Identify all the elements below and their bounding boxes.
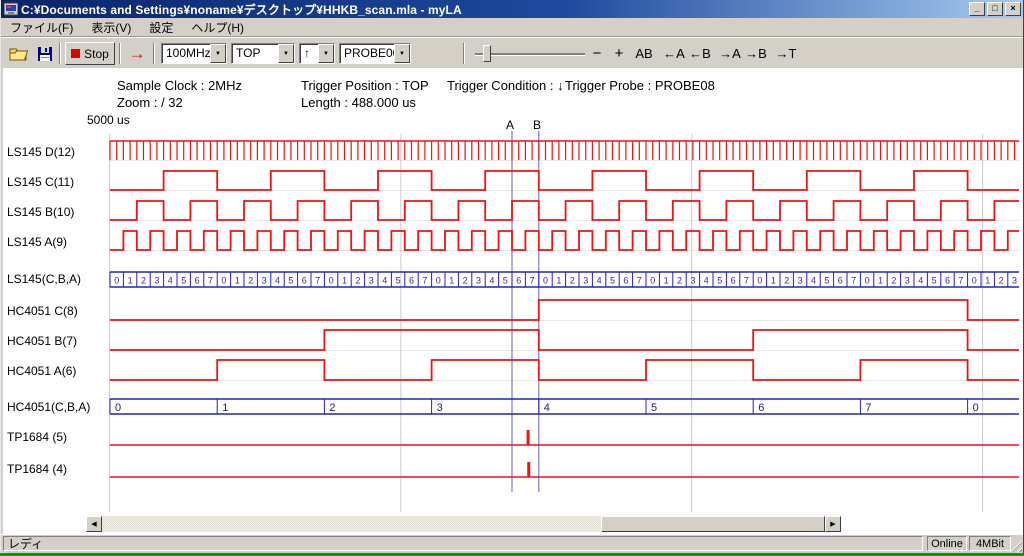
sample-rate-value: 100MHz	[162, 44, 210, 63]
channel-label-hc4051-a-6: HC4051 A(6)	[7, 364, 107, 379]
trigger-position-info: Trigger Position : TOP	[301, 78, 429, 93]
status-online: Online	[927, 536, 967, 551]
sample-rate-combo[interactable]: 100MHz ▼	[161, 43, 227, 64]
zoom-info: Zoom : / 32	[117, 95, 183, 110]
trigger-position-value: TOP	[232, 44, 278, 63]
zoom-out-button[interactable]: −	[587, 42, 607, 65]
toolbar: Stop → 100MHz ▼ TOP ▼ ↑ ▼ PROBE00 ▼ − + …	[1, 37, 1023, 68]
toolbar-separator	[153, 43, 155, 64]
menu-settings[interactable]: 設定	[140, 17, 182, 38]
menubar: ファイル(F) 表示(V) 設定 ヘルプ(H)	[1, 18, 1023, 37]
channel-label-ls145-c-b-a: LS145(C,B,A)	[7, 272, 107, 287]
scroll-right-icon: ▶	[830, 520, 835, 528]
channel-label-ls145-a-9: LS145 A(9)	[7, 235, 107, 250]
channel-label-tp1684-5: TP1684 (5)	[7, 430, 107, 445]
channel-label-hc4051-b-7: HC4051 B(7)	[7, 334, 107, 349]
trigger-edge-value: ↑	[300, 44, 318, 63]
probe-combo[interactable]: PROBE00 ▼	[339, 43, 411, 64]
trigger-condition-info: Trigger Condition : ↓	[447, 78, 564, 93]
channel-label-hc4051-c-b-a: HC4051(C,B,A)	[7, 400, 107, 415]
status-ready: レディ	[3, 536, 923, 551]
menu-help[interactable]: ヘルプ(H)	[182, 17, 253, 38]
chevron-down-icon[interactable]: ▼	[394, 44, 410, 63]
trigger-probe-info: Trigger Probe : PROBE08	[565, 78, 715, 93]
statusbar: レディ Online 4MBit	[1, 534, 1023, 553]
trigger-edge-combo[interactable]: ↑ ▼	[299, 43, 335, 64]
scroll-right-button[interactable]: ▶	[825, 516, 841, 532]
probe-value: PROBE00	[340, 44, 394, 63]
toolbar-separator	[463, 43, 465, 64]
maximize-button[interactable]: □	[987, 2, 1003, 16]
status-memory: 4MBit	[969, 536, 1011, 551]
waveform-client-area	[3, 68, 1023, 534]
channel-label-ls145-c-11: LS145 C(11)	[7, 175, 107, 190]
length-info: Length : 488.000 us	[301, 95, 416, 110]
run-button[interactable]: →	[125, 42, 149, 65]
scroll-left-icon: ◀	[91, 520, 96, 528]
cursor-a-label[interactable]: A	[506, 118, 514, 132]
zoom-slider-thumb[interactable]	[483, 45, 491, 62]
titlebar[interactable]: C:¥Documents and Settings¥noname¥デスクトップ¥…	[1, 0, 1023, 18]
close-button[interactable]: ×	[1005, 2, 1021, 16]
horizontal-scrollbar[interactable]: ◀ ▶	[86, 516, 841, 532]
channel-label-hc4051-c-8: HC4051 C(8)	[7, 304, 107, 319]
scrollbar-thumb[interactable]	[601, 516, 825, 532]
channel-label-column: LS145 D(12) LS145 C(11) LS145 B(10) LS145 A…	[1, 0, 111, 534]
cursor-b-label[interactable]: B	[533, 118, 541, 132]
window-controls: _ □ ×	[969, 2, 1021, 16]
window-title: C:¥Documents and Settings¥noname¥デスクトップ¥…	[21, 1, 969, 18]
channel-label-tp1684-4: TP1684 (4)	[7, 462, 107, 477]
goto-a-left-button[interactable]: ←A	[661, 42, 687, 65]
goto-b-right-button[interactable]: →B	[743, 42, 769, 65]
channel-label-ls145-b-10: LS145 B(10)	[7, 205, 107, 220]
zoom-in-button[interactable]: +	[609, 42, 629, 65]
minimize-button[interactable]: _	[969, 2, 985, 16]
scroll-left-button[interactable]: ◀	[86, 516, 102, 532]
toolbar-separator	[119, 43, 121, 64]
goto-a-right-button[interactable]: →A	[717, 42, 743, 65]
zoom-slider-track[interactable]	[475, 53, 585, 55]
chevron-down-icon[interactable]: ▼	[278, 44, 294, 63]
app-window: C:¥Documents and Settings¥noname¥デスクトップ¥…	[0, 0, 1024, 553]
goto-trigger-button[interactable]: →T	[773, 42, 799, 65]
chevron-down-icon[interactable]: ▼	[210, 44, 226, 63]
sample-clock-info: Sample Clock : 2MHz	[117, 78, 242, 93]
channel-label-ls145-d-12: LS145 D(12)	[7, 145, 107, 160]
trigger-position-combo[interactable]: TOP ▼	[231, 43, 295, 64]
ab-button[interactable]: AB	[631, 42, 657, 65]
chevron-down-icon[interactable]: ▼	[318, 44, 334, 63]
goto-b-left-button[interactable]: ←B	[687, 42, 713, 65]
